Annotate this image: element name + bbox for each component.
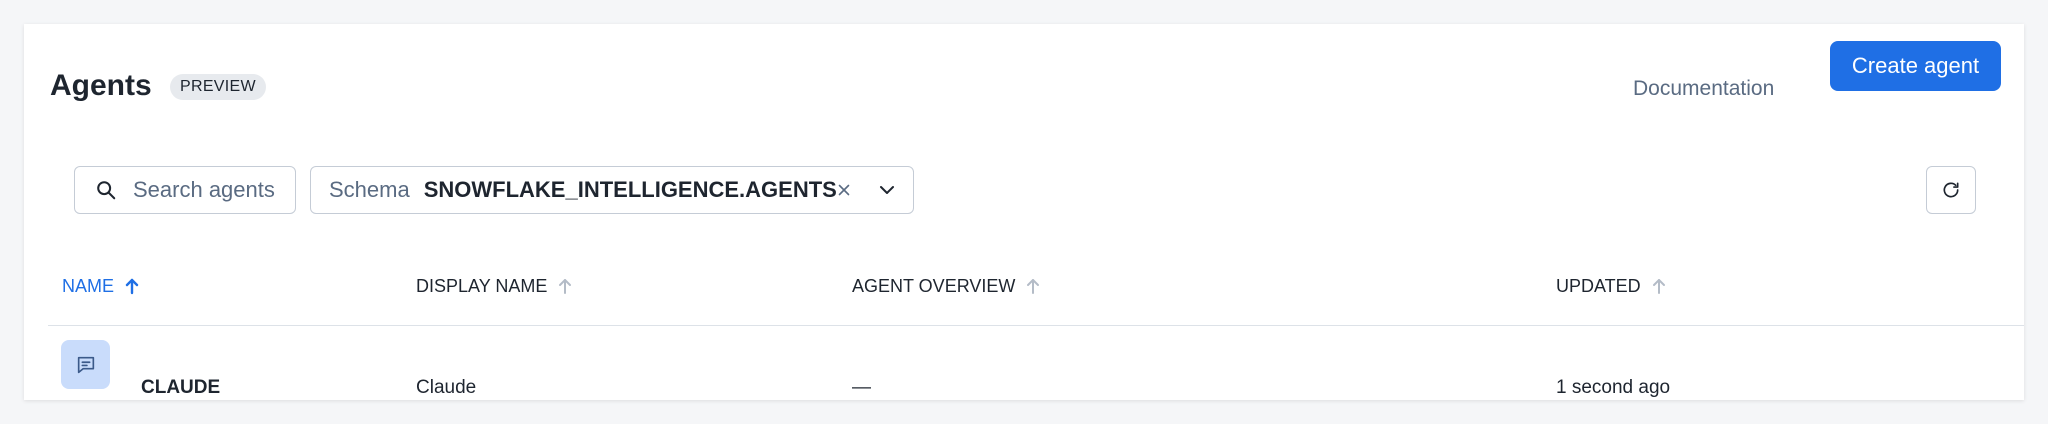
column-header-label: DISPLAY NAME [416, 276, 548, 296]
sort-arrow-icon [1027, 279, 1040, 294]
refresh-button[interactable] [1926, 166, 1976, 214]
agent-updated: 1 second ago [1556, 377, 1671, 398]
chat-icon [61, 340, 110, 389]
sort-arrow-icon [559, 279, 572, 294]
chevron-down-icon[interactable] [877, 180, 897, 200]
column-header-label: NAME [62, 276, 115, 296]
column-header-updated[interactable]: UPDATED [1556, 274, 1667, 298]
column-header-label: UPDATED [1556, 276, 1641, 296]
column-header-name[interactable]: NAME [62, 274, 140, 298]
search-input[interactable] [131, 176, 295, 204]
create-agent-button[interactable]: Create agent [1830, 41, 2001, 91]
preview-badge: PREVIEW [170, 74, 266, 100]
agent-name-link[interactable]: CLAUDE [141, 376, 220, 400]
documentation-link[interactable]: Documentation [1633, 74, 1774, 104]
schema-filter[interactable]: Schema SNOWFLAKE_INTELLIGENCE.AGENTS [310, 166, 914, 214]
page-title: Agents [50, 69, 152, 102]
search-box[interactable] [74, 166, 296, 214]
agent-overview: — [852, 377, 871, 398]
agent-display-name: Claude [416, 377, 477, 398]
schema-label: Schema [329, 177, 410, 202]
agents-panel: Agents PREVIEW Documentation Create agen… [24, 24, 2024, 400]
refresh-icon [1943, 182, 1959, 198]
sort-ascending-icon [125, 278, 139, 295]
column-header-display-name[interactable]: DISPLAY NAME [416, 274, 573, 298]
column-header-label: AGENT OVERVIEW [852, 276, 1016, 296]
schema-value: SNOWFLAKE_INTELLIGENCE.AGENTS [423, 177, 837, 202]
search-icon [97, 181, 116, 200]
sort-arrow-icon [1652, 279, 1665, 294]
column-header-agent-overview[interactable]: AGENT OVERVIEW [852, 274, 1041, 298]
table-divider [48, 325, 2024, 326]
close-icon[interactable] [835, 181, 853, 199]
